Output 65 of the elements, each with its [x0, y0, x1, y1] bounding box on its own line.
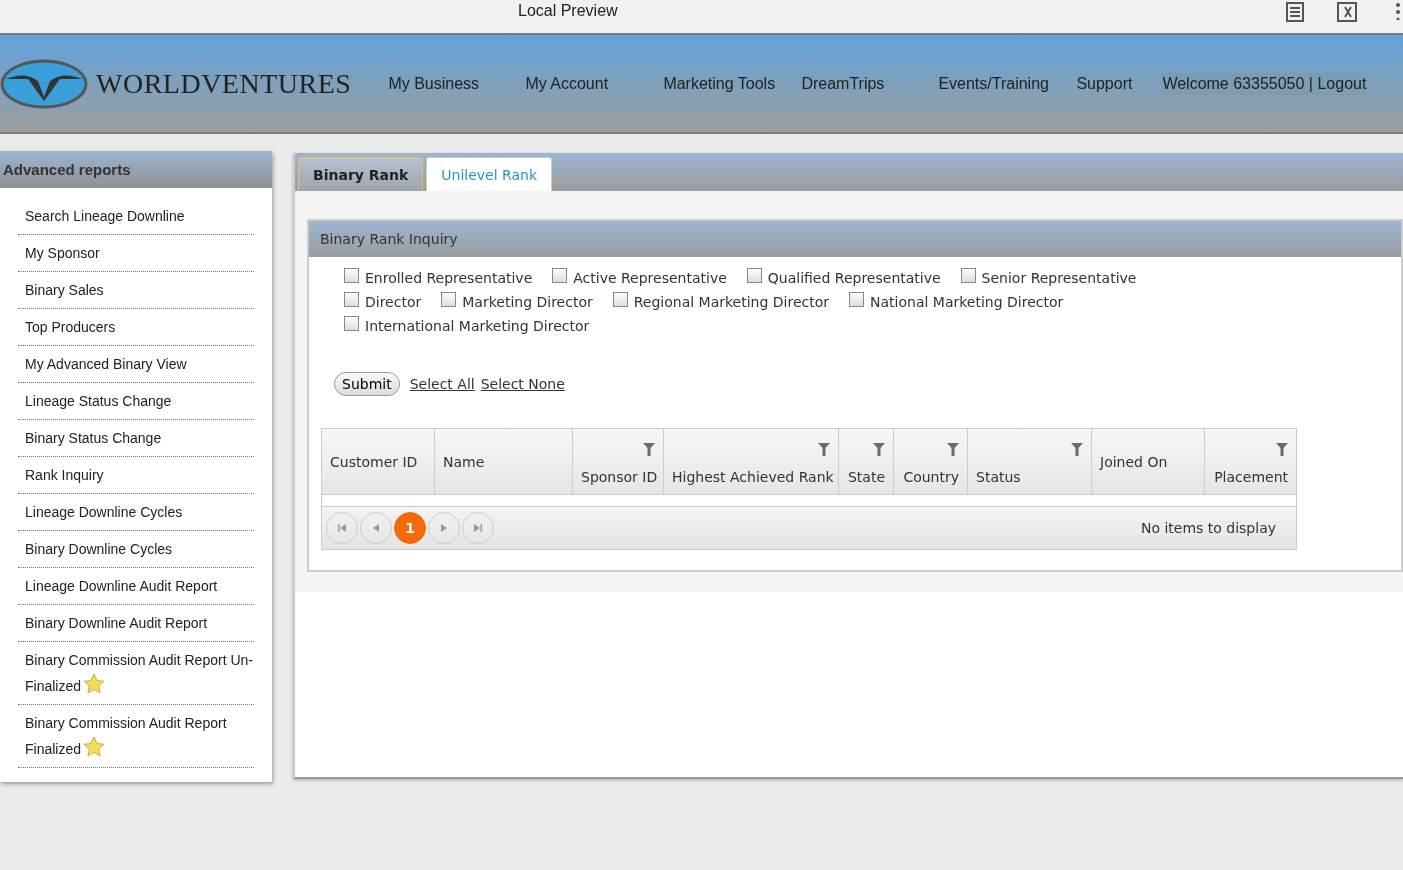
- sidebar-link[interactable]: Binary Downline Cycles: [25, 536, 254, 562]
- sidebar-link[interactable]: Binary Commission Audit Report Un-Finalized: [25, 647, 254, 699]
- nav-link[interactable]: DreamTrips: [801, 74, 939, 93]
- sidebar-link[interactable]: Binary Status Change: [25, 425, 254, 451]
- first-page-icon: [338, 524, 346, 532]
- formula-icon[interactable]: [1337, 2, 1357, 22]
- checkbox[interactable]: [441, 291, 457, 307]
- last-page-icon: [474, 524, 482, 532]
- checkbox[interactable]: [552, 267, 568, 283]
- filter-icon[interactable]: [818, 443, 830, 456]
- filter-icon[interactable]: [643, 443, 655, 456]
- logout-link[interactable]: | Logout: [1308, 74, 1367, 92]
- nav-link[interactable]: My Account: [525, 74, 664, 93]
- checkbox-label: Senior Representative: [981, 270, 1137, 286]
- column-header[interactable]: Placement: [1205, 429, 1296, 494]
- sidebar-link[interactable]: Lineage Downline Cycles: [25, 499, 254, 525]
- sidebar-link[interactable]: My Sponsor: [25, 240, 254, 266]
- checkbox-label: Enrolled Representative: [365, 270, 533, 286]
- filter-icon[interactable]: [947, 443, 959, 456]
- pager-info: No items to display: [1140, 520, 1276, 536]
- document-icon[interactable]: [1286, 2, 1304, 22]
- nav-link[interactable]: My Business: [388, 74, 526, 93]
- sidebar-link[interactable]: Binary Downline Audit Report: [25, 610, 254, 636]
- sidebar-link[interactable]: Search Lineage Downline: [25, 203, 254, 229]
- checkbox-label: International Marketing Director: [365, 318, 590, 334]
- tab[interactable]: Unilevel Rank: [426, 157, 553, 191]
- checkbox-label: Regional Marketing Director: [633, 294, 830, 310]
- sidebar-link[interactable]: Top Producers: [25, 314, 254, 340]
- select-all-link[interactable]: Select All: [409, 376, 475, 392]
- checkbox-label: National Marketing Director: [870, 294, 1064, 310]
- filter-icon[interactable]: [873, 443, 885, 456]
- sidebar-link[interactable]: Rank Inquiry: [25, 462, 254, 488]
- sidebar-link[interactable]: Lineage Status Change: [25, 388, 254, 414]
- logo-text: WORLDVENTURES: [96, 67, 352, 100]
- more-icon[interactable]: [1396, 2, 1400, 20]
- checkbox[interactable]: [746, 267, 762, 283]
- checkbox[interactable]: [344, 315, 359, 331]
- window-title: Local Preview: [518, 2, 618, 20]
- filter-icon[interactable]: [1071, 443, 1083, 456]
- select-none-link[interactable]: Select None: [480, 376, 565, 392]
- filter-icon[interactable]: [1276, 443, 1288, 456]
- sidebar-link[interactable]: My Advanced Binary View: [25, 351, 254, 377]
- checkbox[interactable]: [612, 291, 628, 307]
- checkbox-label: Director: [365, 294, 422, 310]
- panel-title: Binary Rank Inquiry: [309, 221, 1401, 257]
- sidebar-link[interactable]: Binary Sales: [25, 277, 254, 303]
- welcome-text: Welcome 63355050: [1162, 74, 1305, 92]
- checkbox[interactable]: [344, 291, 359, 307]
- checkbox[interactable]: [960, 267, 976, 283]
- checkbox[interactable]: [849, 291, 865, 307]
- submit-button[interactable]: Submit: [334, 372, 400, 396]
- checkbox-label: Active Representative: [573, 270, 727, 286]
- nav-link[interactable]: Events/Training: [938, 74, 1077, 93]
- next-page-icon: [441, 524, 447, 532]
- sidebar-title: Advanced reports: [0, 151, 272, 188]
- checkbox-label: Qualified Representative: [767, 270, 941, 286]
- nav-link[interactable]: Support: [1076, 74, 1163, 93]
- nav-link[interactable]: Marketing Tools: [663, 74, 802, 93]
- checkbox-label: Marketing Director: [462, 294, 593, 310]
- previous-page-icon: [373, 524, 379, 532]
- sidebar-link[interactable]: Lineage Downline Audit Report: [25, 573, 254, 599]
- logo-icon[interactable]: [0, 58, 88, 109]
- checkbox[interactable]: [344, 267, 359, 283]
- tab[interactable]: Binary Rank: [298, 157, 424, 191]
- sidebar-link[interactable]: Binary Commission Audit Report Finalized: [25, 710, 254, 762]
